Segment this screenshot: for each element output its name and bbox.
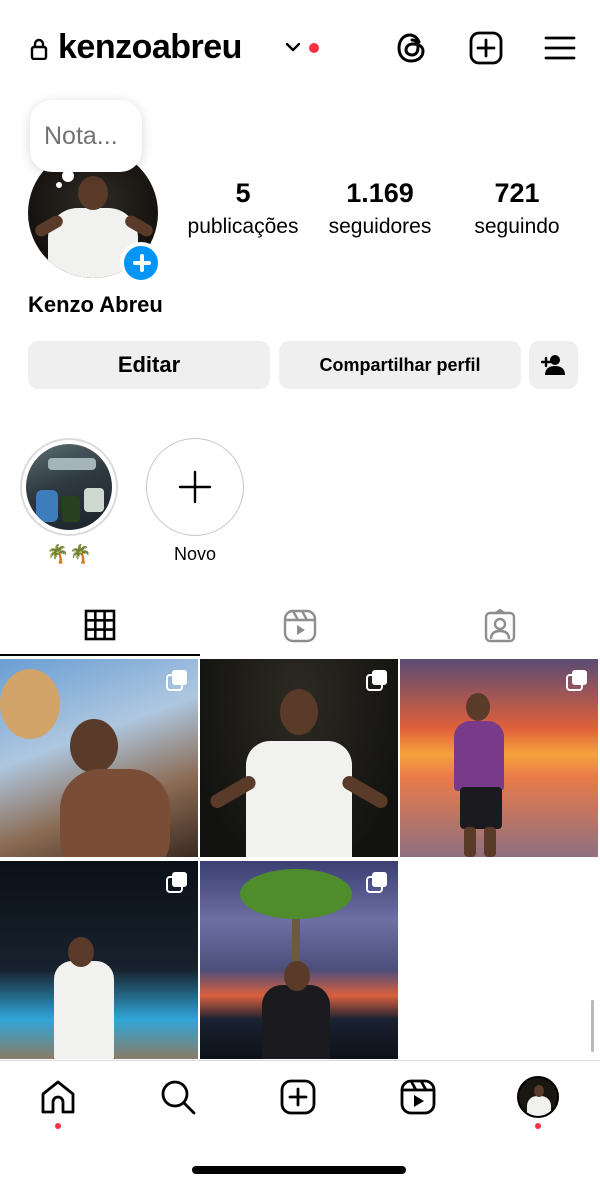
top-header: kenzoabreu: [0, 0, 600, 100]
chevron-down-icon[interactable]: [284, 40, 302, 54]
tab-reels[interactable]: [200, 596, 400, 656]
home-notification-dot: [55, 1123, 61, 1129]
home-indicator: [192, 1166, 406, 1174]
following-count: 721: [494, 178, 540, 208]
search-icon: [161, 1080, 196, 1115]
multiple-photos-icon: [366, 872, 387, 893]
add-user-icon: [540, 355, 565, 375]
stat-followers[interactable]: 1.169 seguidores: [316, 178, 444, 239]
username-switcher[interactable]: kenzoabreu: [58, 28, 242, 67]
posts-label: publicações: [187, 215, 299, 238]
full-name: Kenzo Abreu: [28, 292, 163, 317]
add-story-plus-icon[interactable]: [120, 242, 162, 284]
plus-icon: [178, 470, 212, 504]
post-thumbnail[interactable]: [0, 659, 198, 857]
stat-posts: 5 publicações: [180, 178, 306, 239]
multiple-photos-icon: [166, 670, 187, 691]
new-highlight-label: Novo: [173, 544, 217, 564]
nav-create[interactable]: [276, 1075, 320, 1119]
stat-following[interactable]: 721 seguindo: [458, 178, 576, 239]
nav-reels[interactable]: [396, 1075, 440, 1119]
note-tail-dot: [62, 170, 74, 182]
threads-icon[interactable]: [394, 30, 430, 66]
multiple-photos-icon: [566, 670, 587, 691]
edit-profile-button[interactable]: Editar: [28, 341, 270, 389]
profile-avatar-small: [517, 1076, 559, 1118]
note-bubble[interactable]: Nota...: [30, 100, 142, 172]
multiple-photos-icon: [166, 872, 187, 893]
highlight-cover-image: [26, 444, 112, 530]
lock-icon: [30, 38, 48, 60]
posts-count: 5: [235, 178, 251, 208]
notification-dot: [309, 43, 319, 53]
followers-count: 1.169: [346, 178, 414, 208]
post-thumbnail[interactable]: [0, 861, 198, 1059]
profile-notification-dot: [535, 1123, 541, 1129]
discover-people-button[interactable]: [529, 341, 578, 389]
highlight-label: 🌴🌴: [46, 544, 92, 564]
post-thumbnail[interactable]: [400, 659, 598, 857]
scrollbar[interactable]: [591, 1000, 594, 1052]
add-square-icon: [280, 1079, 316, 1115]
followers-label: seguidores: [328, 215, 432, 238]
post-thumbnail[interactable]: [200, 861, 398, 1059]
story-highlight[interactable]: 🌴🌴: [20, 438, 118, 565]
hamburger-menu-icon[interactable]: [542, 30, 578, 66]
share-profile-button[interactable]: Compartilhar perfil: [279, 341, 521, 389]
reels-icon: [283, 609, 317, 643]
post-thumbnail[interactable]: [200, 659, 398, 857]
home-icon: [41, 1080, 75, 1114]
profile-tabs: [0, 596, 600, 656]
nav-profile[interactable]: [516, 1075, 560, 1119]
new-highlight[interactable]: Novo: [146, 438, 244, 565]
multiple-photos-icon: [366, 670, 387, 691]
nav-home[interactable]: [36, 1075, 80, 1119]
nav-search[interactable]: [156, 1075, 200, 1119]
grid-icon: [84, 609, 116, 641]
create-post-icon[interactable]: [468, 30, 504, 66]
tab-posts-grid[interactable]: [0, 596, 200, 656]
following-label: seguindo: [474, 215, 560, 238]
tagged-user-icon: [484, 609, 516, 643]
tab-tagged[interactable]: [400, 596, 600, 656]
note-tail-dot-small: [56, 182, 62, 188]
reels-icon: [400, 1079, 436, 1115]
note-placeholder: Nota...: [44, 122, 118, 150]
